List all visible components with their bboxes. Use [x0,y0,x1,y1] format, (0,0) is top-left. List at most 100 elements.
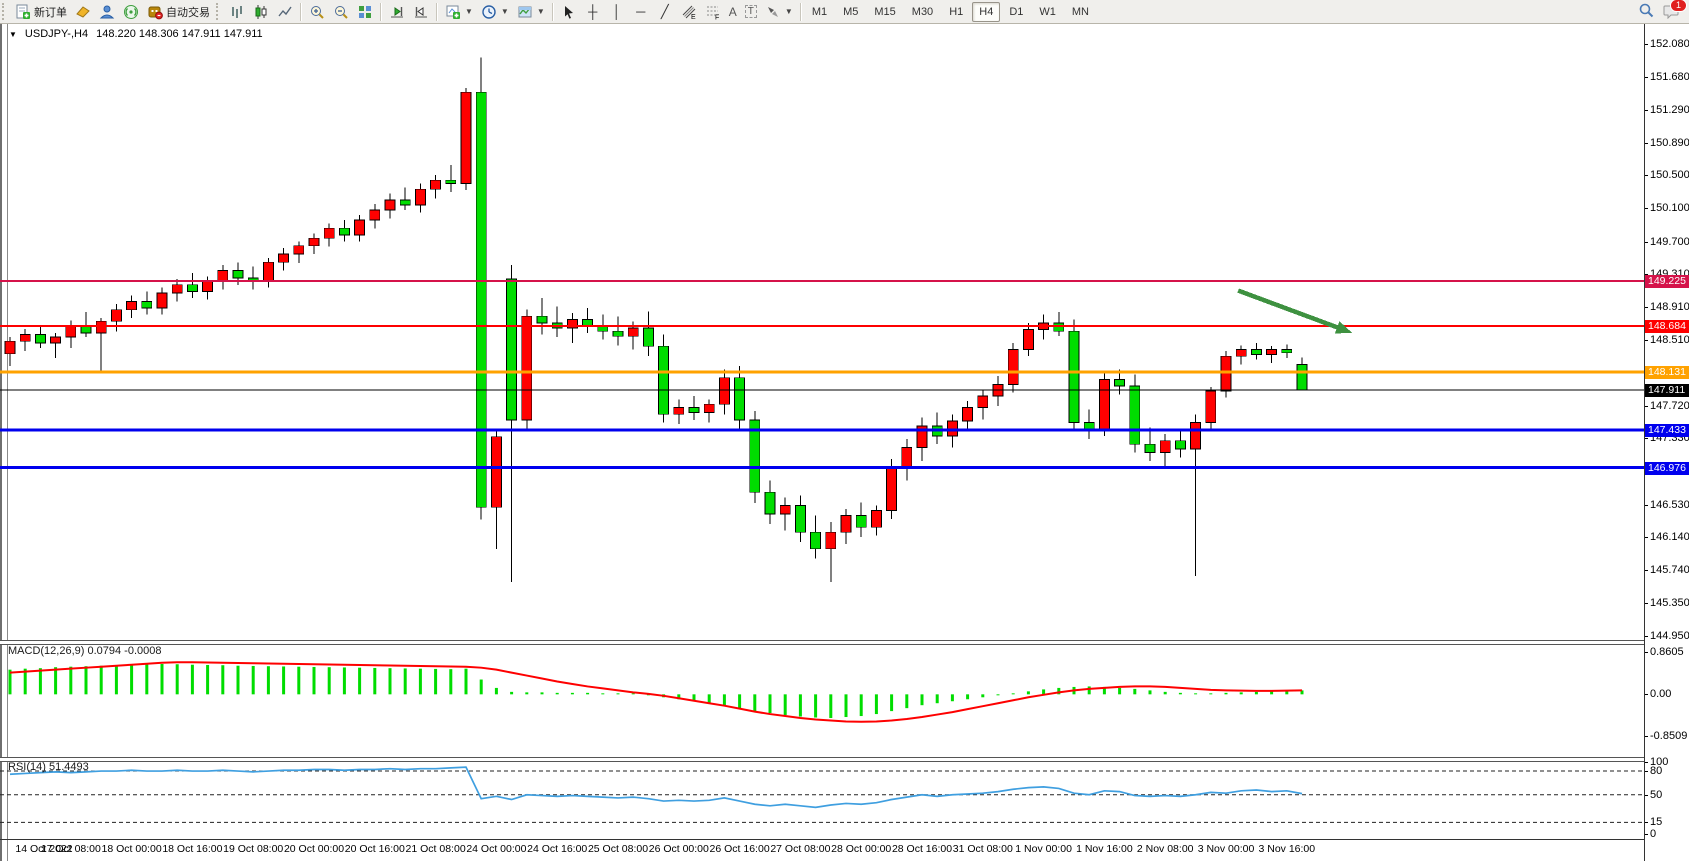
timeframe-m15[interactable]: M15 [867,2,902,22]
candle-up [263,262,273,281]
axis-tick-label: 50 [1650,789,1662,801]
axis-tick-mark [1645,570,1648,571]
auto-trading-button[interactable]: 自动交易 [143,1,214,23]
zoom-in-button[interactable] [305,1,329,23]
channel-icon: E [681,4,697,20]
price-alert-button[interactable] [71,1,95,23]
axis-tick-mark [1645,505,1648,506]
rsi-label: RSI(14) 51.4493 [8,761,89,773]
new-order-label: 新订单 [34,4,67,20]
zoom-out-button[interactable] [329,1,353,23]
candle-down [537,316,547,323]
price-axis[interactable]: 152.080151.680151.290150.890150.500150.1… [1644,24,1689,861]
candle-up [66,326,76,337]
new-order-icon [15,4,31,20]
candle-up [1008,350,1018,385]
timeframe-d1[interactable]: D1 [1002,2,1030,22]
person-icon [99,4,115,20]
candlestick-chart-button[interactable] [249,1,273,23]
candle-up [887,467,897,510]
auto-scroll-button[interactable] [385,1,409,23]
bar-chart-button[interactable] [225,1,249,23]
toolbar-separator [300,3,302,21]
axis-tick-label: 152.080 [1650,38,1689,50]
arrows-tool-dropdown[interactable]: ▼ [761,1,797,23]
channel-tool-button[interactable]: E [677,1,701,23]
cursor-tool-button[interactable] [557,1,581,23]
candle-down [1115,379,1125,386]
text-icon: A [729,5,737,19]
main-chart-canvas[interactable] [0,24,1644,640]
trendline-icon: ╱ [657,4,673,20]
rsi-line [10,767,1302,807]
rsi-panel-canvas[interactable] [0,760,1644,839]
axis-tick-mark [1645,603,1648,604]
period-dropdown[interactable]: ▼ [477,1,513,23]
candle-up [719,378,729,405]
timeframe-group: M1M5M15M30H1H4D1W1MN [805,2,1096,22]
line-chart-button[interactable] [273,1,297,23]
macd-panel-canvas[interactable] [0,644,1644,757]
price-badge-148.131: 148.131 [1645,366,1689,379]
axis-tick-mark [1645,822,1648,823]
notifications-icon[interactable]: 1 [1663,3,1681,22]
candle-down [1251,350,1261,355]
candle-down [81,326,91,333]
candle-up [491,437,501,508]
price-badge-147.911: 147.911 [1645,384,1689,397]
cursor-icon [561,4,577,20]
timeframe-m5[interactable]: M5 [836,2,865,22]
axis-tick-mark [1645,636,1648,637]
axis-tick-label: 148.910 [1650,301,1689,313]
axis-tick-mark [1645,307,1648,308]
trend-arrow-annotation[interactable] [1238,291,1352,334]
vertical-line-tool-button[interactable]: │ [605,1,629,23]
candle-up [674,408,684,415]
candle-up [96,321,106,333]
tile-windows-icon [357,4,373,20]
timeframe-m1[interactable]: M1 [805,2,834,22]
candle-up [51,337,61,343]
horizontal-line-tool-button[interactable]: ─ [629,1,653,23]
timeframe-h1[interactable]: H1 [942,2,970,22]
timeframe-m30[interactable]: M30 [905,2,940,22]
candle-down [35,335,45,343]
candle-down [1130,386,1140,444]
crosshair-tool-button[interactable]: ┼ [581,1,605,23]
toolbar-grip [2,3,9,20]
candle-up [218,271,228,282]
axis-tick-label: 80 [1650,765,1662,777]
candle-up [1191,423,1201,450]
timeframe-mn[interactable]: MN [1065,2,1096,22]
axis-tick-mark [1645,771,1648,772]
text-label-tool-button[interactable]: T [741,1,761,23]
signals-button[interactable] [119,1,143,23]
collapse-ohlc-icon[interactable]: ▼ [9,30,17,39]
candle-down [187,285,197,292]
candle-up [461,92,471,183]
candle-up [902,447,912,467]
chart-shift-button[interactable] [409,1,433,23]
time-axis[interactable]: 14 Oct 202217 Oct 08:0018 Oct 00:0018 Oc… [0,839,1644,862]
candle-down [476,92,486,507]
axis-tick-mark [1645,406,1648,407]
axis-tick-label: 150.100 [1650,202,1689,214]
new-order-button[interactable]: 新订单 [11,1,71,23]
tile-windows-button[interactable] [353,1,377,23]
candle-down [613,331,623,336]
candle-down [689,408,699,413]
zoom-out-icon [333,4,349,20]
axis-tick-label: -0.8509 [1650,730,1687,742]
candle-down [507,279,517,420]
trendline-tool-button[interactable]: ╱ [653,1,677,23]
search-icon[interactable] [1638,2,1655,22]
timeframe-w1[interactable]: W1 [1032,2,1063,22]
text-tool-button[interactable]: A [725,1,741,23]
community-button[interactable] [95,1,119,23]
axis-tick-label: 150.500 [1650,169,1689,181]
axis-tick-label: 0 [1650,828,1656,840]
timeframe-h4[interactable]: H4 [972,2,1000,22]
fibonacci-tool-button[interactable]: F [701,1,725,23]
template-dropdown[interactable]: ▼ [513,1,549,23]
new-chart-dropdown[interactable]: ▼ [441,1,477,23]
